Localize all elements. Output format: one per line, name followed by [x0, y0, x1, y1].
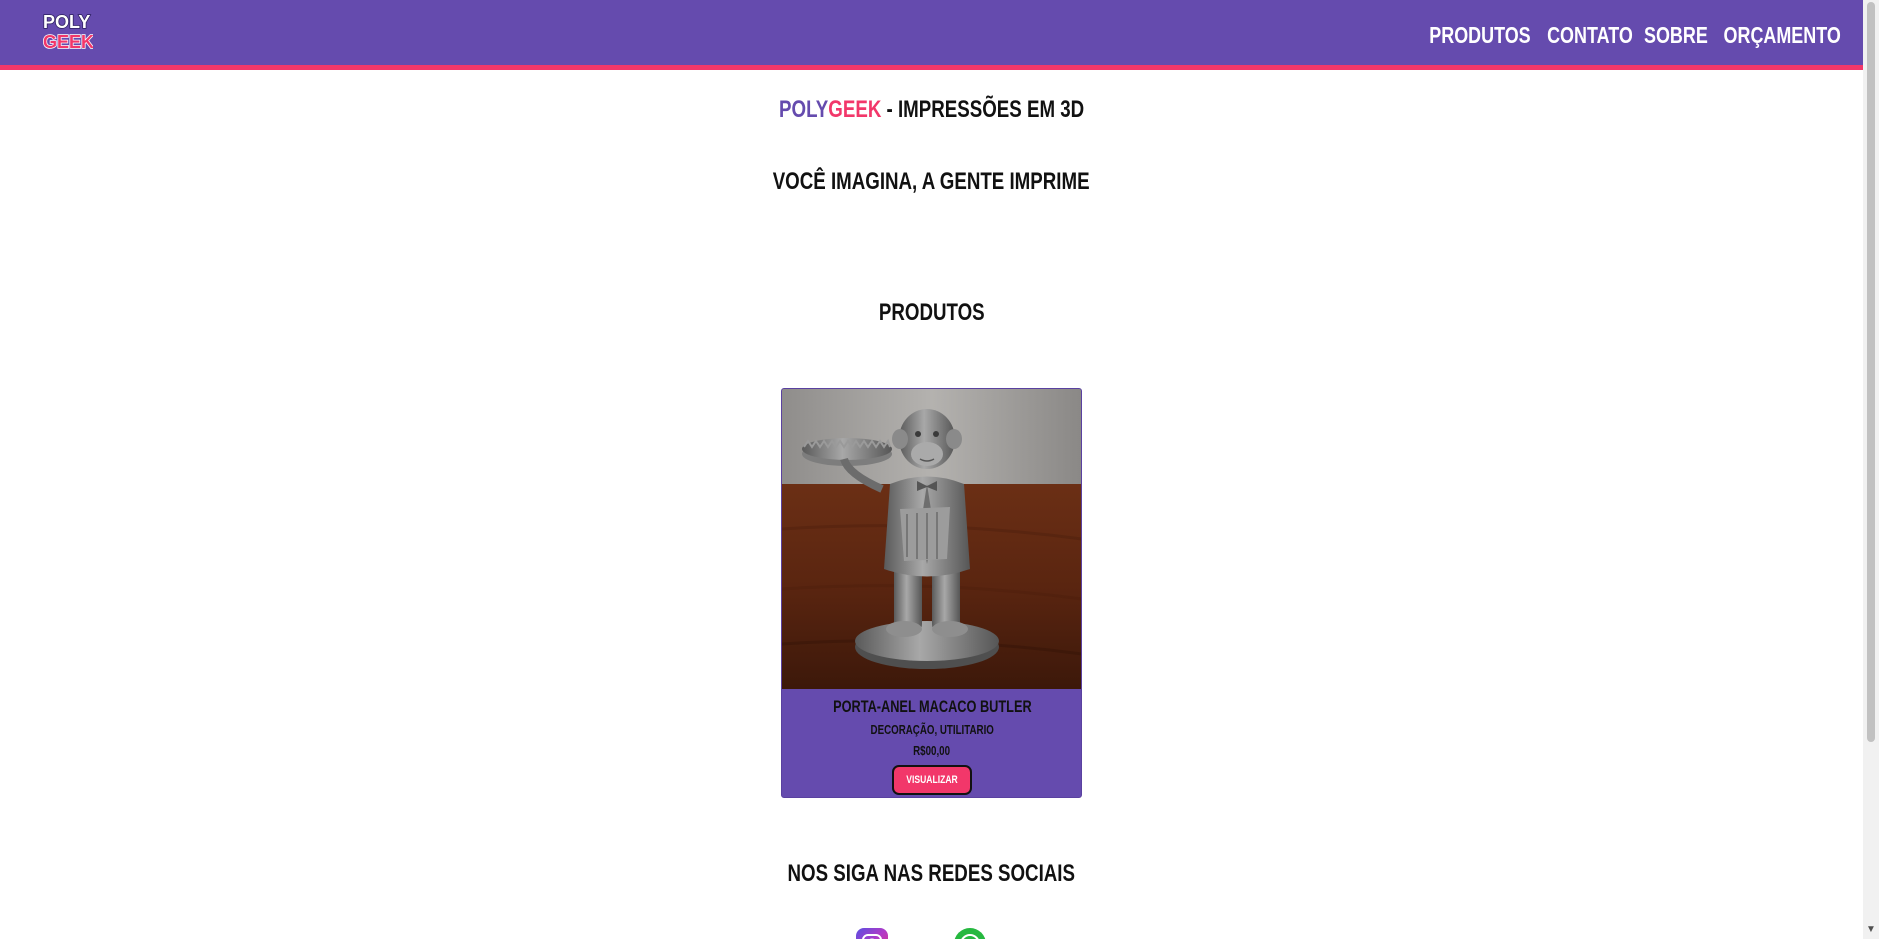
instagram-glyph: [862, 934, 882, 939]
nav-link-sobre[interactable]: SOBRE: [1644, 22, 1708, 49]
hero-title: POLYGEEK - IMPRESSÕES EM 3D: [0, 96, 1863, 124]
svg-text:GEEK: GEEK: [43, 32, 93, 52]
product-name: PORTA-ANEL MACACO BUTLER: [782, 697, 1081, 717]
product-tags: DECORAÇÃO, UTILITARIO: [782, 722, 1081, 737]
product-price-text: R$00,00: [913, 743, 951, 758]
instagram-icon[interactable]: [856, 928, 888, 939]
logo-icon: POLY GEEK: [42, 11, 95, 53]
svg-text:POLY: POLY: [43, 12, 90, 32]
scroll-down-arrow-icon[interactable]: ▼: [1866, 925, 1876, 935]
brand-geek: GEEK: [828, 96, 882, 123]
view-product-button[interactable]: VISUALIZAR: [892, 765, 972, 795]
whatsapp-icon[interactable]: [954, 928, 986, 939]
logo[interactable]: POLY GEEK: [41, 8, 95, 53]
nav-menu: PRODUTOS CONTATO SOBRE ORÇAMENTO: [1427, 0, 1845, 70]
page: POLY GEEK PRODUTOS CONTATO SOBRE ORÇAMEN…: [0, 0, 1879, 939]
products-section-title: PRODUTOS: [0, 299, 1863, 327]
product-price: R$00,00: [782, 743, 1081, 758]
nav-link-contato[interactable]: CONTATO: [1547, 22, 1633, 49]
product-name-text: PORTA-ANEL MACACO BUTLER: [832, 697, 1032, 716]
page-scrollbar[interactable]: ▼: [1863, 0, 1879, 939]
view-button-label: VISUALIZAR: [906, 774, 958, 786]
navbar: POLY GEEK PRODUTOS CONTATO SOBRE ORÇAMEN…: [0, 0, 1863, 70]
whatsapp-glyph: [961, 934, 979, 939]
product-photo: [782, 389, 1081, 689]
tagline-text: VOCÊ IMAGINA, A GENTE IMPRIME: [773, 168, 1090, 195]
product-tags-text: DECORAÇÃO, UTILITARIO: [870, 722, 994, 737]
tagline: VOCÊ IMAGINA, A GENTE IMPRIME: [0, 168, 1863, 196]
social-title-text: NOS SIGA NAS REDES SOCIAIS: [787, 860, 1076, 887]
hero-title-text: POLYGEEK - IMPRESSÕES EM 3D: [779, 96, 1084, 124]
product-card-body: PORTA-ANEL MACACO BUTLER DECORAÇÃO, UTIL…: [782, 689, 1081, 797]
hero-title-rest: - IMPRESSÕES EM 3D: [881, 96, 1085, 123]
social-section-title: NOS SIGA NAS REDES SOCIAIS: [0, 860, 1863, 888]
product-image[interactable]: [782, 389, 1081, 689]
products-title-text: PRODUTOS: [878, 299, 985, 326]
nav-link-orcamento[interactable]: ORÇAMENTO: [1723, 22, 1840, 49]
nav-link-produtos[interactable]: PRODUTOS: [1429, 22, 1530, 49]
scrollbar-thumb[interactable]: [1867, 2, 1875, 742]
product-card[interactable]: PORTA-ANEL MACACO BUTLER DECORAÇÃO, UTIL…: [781, 388, 1082, 798]
social-icons: [856, 928, 986, 939]
brand-poly: POLY: [778, 96, 829, 123]
